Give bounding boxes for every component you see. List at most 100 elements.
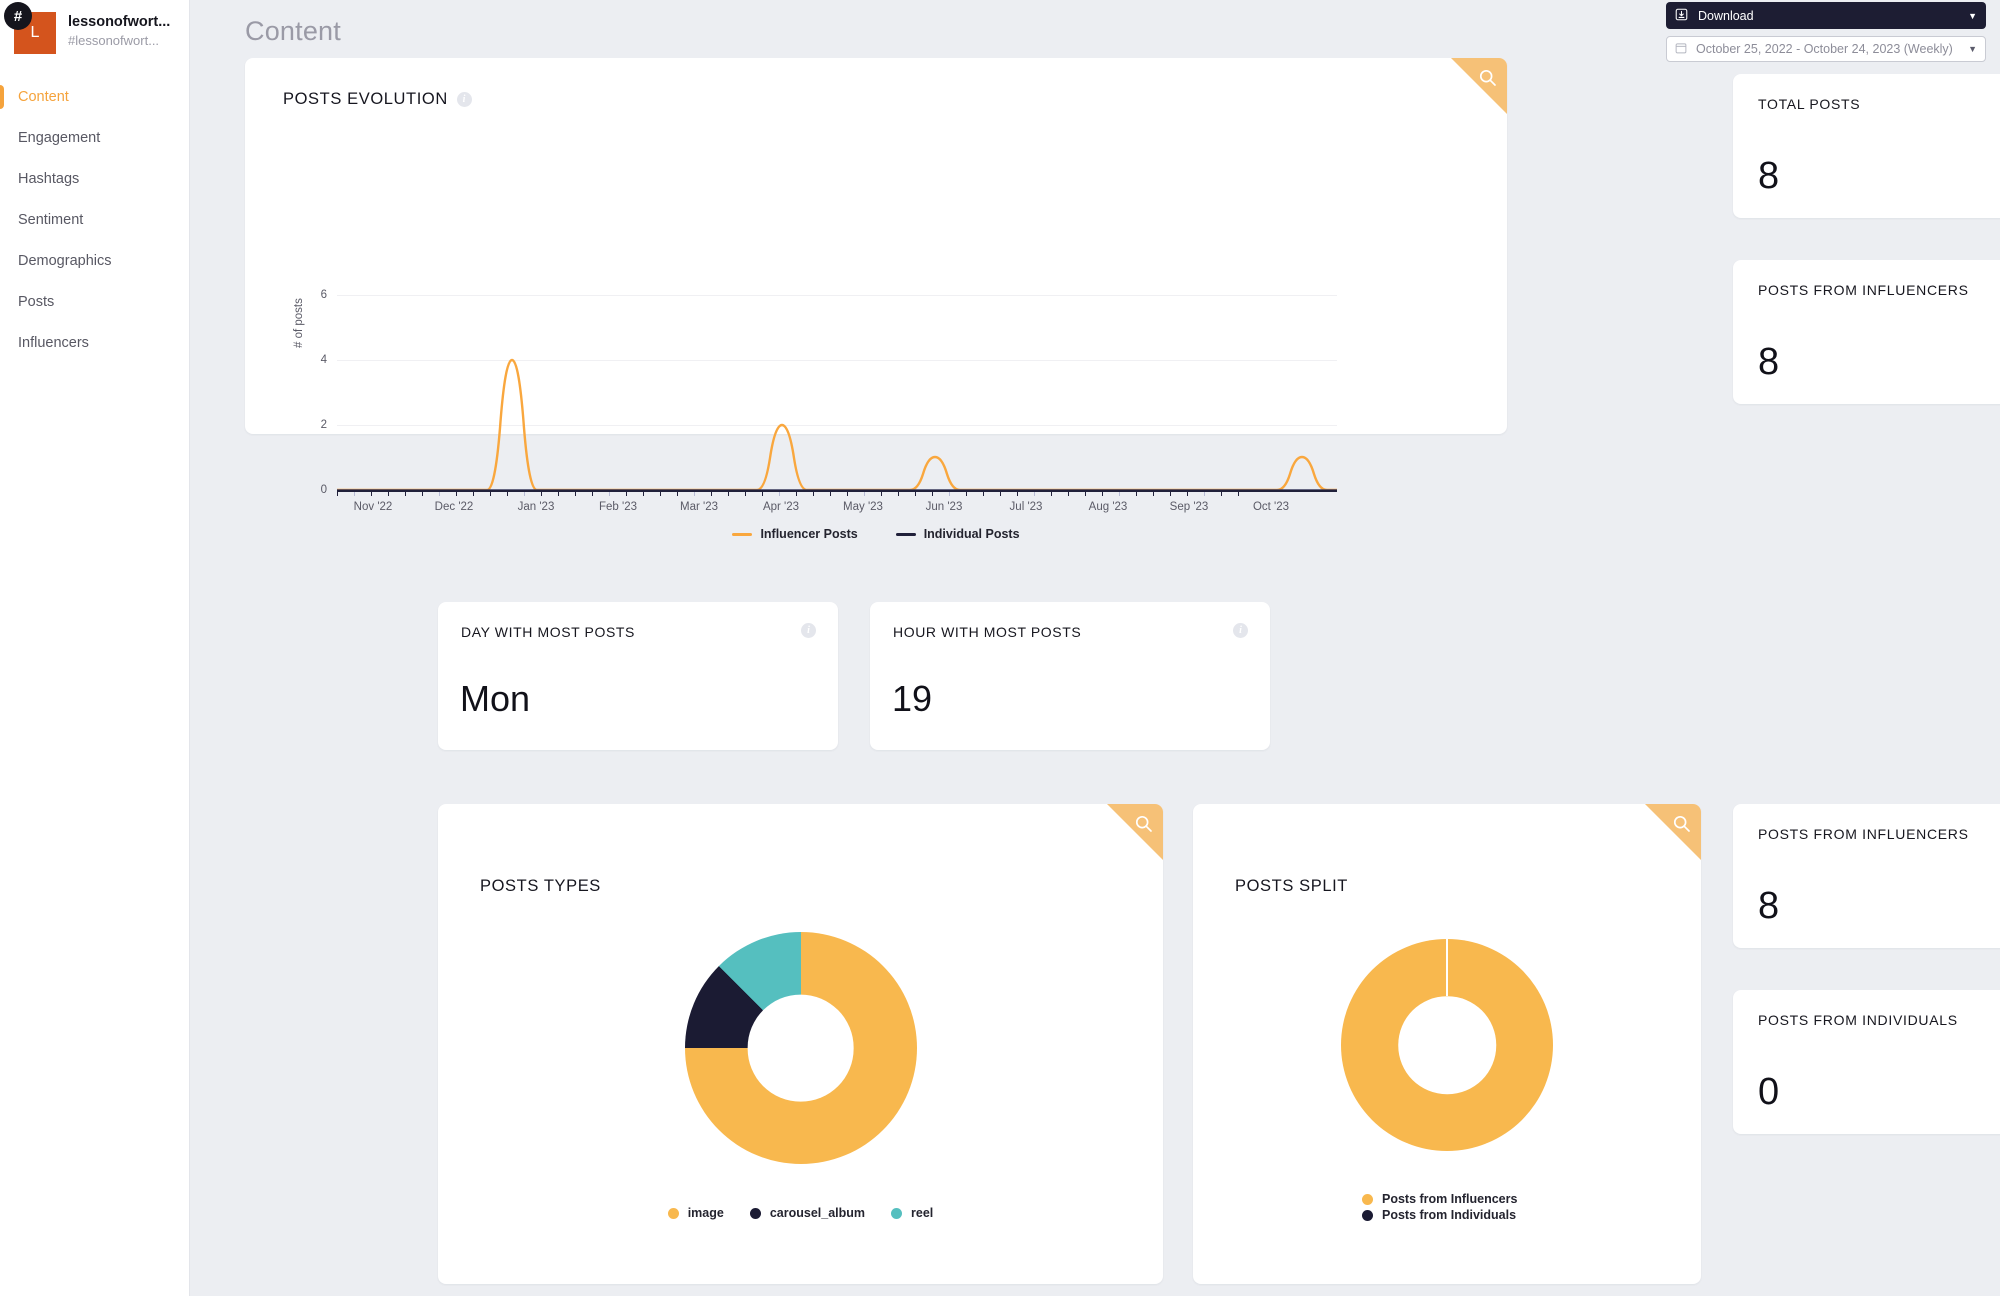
card-value: 19 <box>892 678 933 719</box>
card-hour-with-most-posts: HOUR WITH MOST POSTS i 19 <box>870 602 1270 750</box>
sidebar-nav: Content Engagement Hashtags Sentiment De… <box>0 82 189 358</box>
legend-swatch-carousel <box>749 1207 761 1219</box>
kpi-title: POSTS FROM INDIVIDUALS <box>1758 1012 1958 1028</box>
sidebar-item-engagement[interactable]: Engagement <box>0 123 189 153</box>
y-tick-2: 2 <box>320 419 327 431</box>
posts-split-legend: Posts from Influencers Posts from Indivi… <box>1193 1192 1701 1222</box>
avatar-wrapper: L # <box>4 2 56 54</box>
info-icon[interactable]: i <box>801 623 816 638</box>
legend-label-carousel-album: carousel_album <box>769 1206 866 1220</box>
card-title: HOUR WITH MOST POSTS <box>893 624 1082 640</box>
x-tick-label-0: Nov '22 <box>353 501 393 513</box>
brand-text: lessonofwort... #lessonofwort... <box>68 12 170 48</box>
hashtag-badge-icon: # <box>4 2 32 30</box>
top-controls: Download ▼ October 25, 2022 - October 24… <box>1666 2 1986 62</box>
legend-item-image[interactable]: image <box>667 1206 724 1220</box>
topbar: Content Download ▼ October 25, 2022 - Oc… <box>190 0 2000 62</box>
legend-swatch-influencers <box>1362 1193 1373 1205</box>
x-tick-label-6: May '23 <box>843 501 883 513</box>
kpi-posts-from-influencers-top: POSTS FROM INFLUENCERS i 8 - 89% ▼ <box>1733 260 2000 404</box>
chart-legend: Influencer Posts Individual Posts <box>245 527 1507 541</box>
legend-item-posts-from-individuals[interactable]: Posts from Individuals <box>1362 1208 1532 1222</box>
y-tick-0: 0 <box>320 484 327 496</box>
posts-types-card: POSTS TYPES image carousel_album reel <box>438 804 1163 1284</box>
kpi-title: TOTAL POSTS <box>1758 96 1861 112</box>
date-range-label: October 25, 2022 - October 24, 2023 (Wee… <box>1696 42 1953 56</box>
expand-chart-button[interactable] <box>1645 804 1701 860</box>
chevron-down-icon: ▼ <box>1968 10 1977 21</box>
legend-item-individual-posts[interactable]: Individual Posts <box>895 527 1020 541</box>
account-brand[interactable]: L # lessonofwort... #lessonofwort... <box>0 0 189 54</box>
main-panel: Content Download ▼ October 25, 2022 - Oc… <box>190 0 2000 1296</box>
kpi-value: 8 <box>1758 341 1780 383</box>
x-tick-label-11: Oct '23 <box>1252 501 1290 513</box>
card-day-with-most-posts: DAY WITH MOST POSTS i Mon <box>438 602 838 750</box>
legend-swatch-reel <box>891 1207 903 1219</box>
legend-item-influencer-posts[interactable]: Influencer Posts <box>732 527 858 541</box>
search-icon <box>1479 69 1496 86</box>
x-tick-label-7: Jun '23 <box>925 501 963 513</box>
sidebar-item-hashtags[interactable]: Hashtags <box>0 164 189 194</box>
kpi-posts-from-individuals: POSTS FROM INDIVIDUALS i 0 - 100% ▼ <box>1733 990 2000 1134</box>
legend-item-reel[interactable]: reel <box>891 1206 933 1220</box>
legend-swatch-image <box>667 1207 679 1219</box>
sidebar-item-sentiment[interactable]: Sentiment <box>0 205 189 235</box>
sidebar-item-content[interactable]: Content <box>0 82 189 112</box>
sidebar: L # lessonofwort... #lessonofwort... Con… <box>0 0 190 1296</box>
info-icon[interactable]: i <box>456 92 472 107</box>
posts-evolution-card: POSTS EVOLUTION i # of posts 6 4 2 0 Nov… <box>245 58 1507 541</box>
x-tick-label-1: Dec '22 <box>434 501 474 513</box>
sidebar-item-posts[interactable]: Posts <box>0 287 189 317</box>
search-icon <box>1135 815 1152 832</box>
x-tick-label-4: Mar '23 <box>680 501 718 513</box>
posts-split-card: POSTS SPLIT Posts from Influencers Posts… <box>1193 804 1701 1284</box>
chevron-down-icon: ▼ <box>1968 44 1977 54</box>
posts-evolution-title: POSTS EVOLUTION i <box>283 90 472 109</box>
donut-slice-divider <box>1446 939 1448 997</box>
download-icon <box>1675 8 1688 24</box>
x-tick-label-8: Jul '23 <box>1009 501 1043 513</box>
sidebar-item-demographics[interactable]: Demographics <box>0 246 189 276</box>
kpi-posts-from-influencers-bottom: POSTS FROM INFLUENCERS i 8 - 89% ▼ <box>1733 804 2000 948</box>
card-value: Mon <box>460 678 531 719</box>
page-title: Content <box>245 16 341 46</box>
kpi-value: 8 <box>1758 885 1780 927</box>
y-tick-4: 4 <box>320 354 327 366</box>
y-tick-6: 6 <box>320 289 327 301</box>
app-root: L # lessonofwort... #lessonofwort... Con… <box>0 0 2000 1296</box>
account-handle: #lessonofwort... <box>68 33 160 48</box>
card-title: DAY WITH MOST POSTS <box>461 624 635 640</box>
x-tick-label-3: Feb '23 <box>599 501 637 513</box>
download-label: Download <box>1698 8 1754 23</box>
kpi-value: 8 <box>1758 155 1780 197</box>
date-range-picker[interactable]: October 25, 2022 - October 24, 2023 (Wee… <box>1666 36 1986 62</box>
sidebar-item-influencers[interactable]: Influencers <box>0 328 189 358</box>
x-tick-label-10: Sep '23 <box>1169 501 1209 513</box>
legend-swatch-individuals <box>1362 1209 1373 1221</box>
legend-swatch-influencer <box>732 532 753 536</box>
download-button[interactable]: Download ▼ <box>1666 2 1986 29</box>
x-tick-label-9: Aug '23 <box>1088 501 1128 513</box>
legend-label-posts-from-influencers: Posts from Influencers <box>1382 1192 1518 1206</box>
expand-chart-button[interactable] <box>1107 804 1163 860</box>
search-icon <box>1673 815 1690 832</box>
legend-item-posts-from-influencers[interactable]: Posts from Influencers <box>1362 1192 1532 1206</box>
legend-label-influencer: Influencer Posts <box>760 527 858 541</box>
posts-types-title: POSTS TYPES <box>480 877 601 895</box>
kpi-title: POSTS FROM INFLUENCERS <box>1758 826 1969 842</box>
account-name: lessonofwort... <box>68 14 171 30</box>
kpi-value: 0 <box>1758 1071 1780 1113</box>
legend-item-carousel-album[interactable]: carousel_album <box>749 1206 866 1220</box>
donut-chart[interactable] <box>1341 939 1553 1151</box>
donut-chart[interactable] <box>684 932 917 1164</box>
posts-evolution-chart: # of posts 6 4 2 0 Nov '22 Dec '22 Jan '… <box>245 130 1507 541</box>
legend-label-individual: Individual Posts <box>923 527 1020 541</box>
info-icon[interactable]: i <box>1233 623 1248 638</box>
line-series-svg <box>337 358 1337 492</box>
expand-chart-button[interactable] <box>1451 58 1507 114</box>
posts-split-donut <box>1193 939 1701 1151</box>
x-tick-label-5: Apr '23 <box>762 501 800 513</box>
legend-label-reel: reel <box>911 1206 934 1220</box>
legend-label-image: image <box>687 1206 724 1220</box>
kpi-total-posts: TOTAL POSTS i 8 - 90% ▼ <box>1733 74 2000 218</box>
